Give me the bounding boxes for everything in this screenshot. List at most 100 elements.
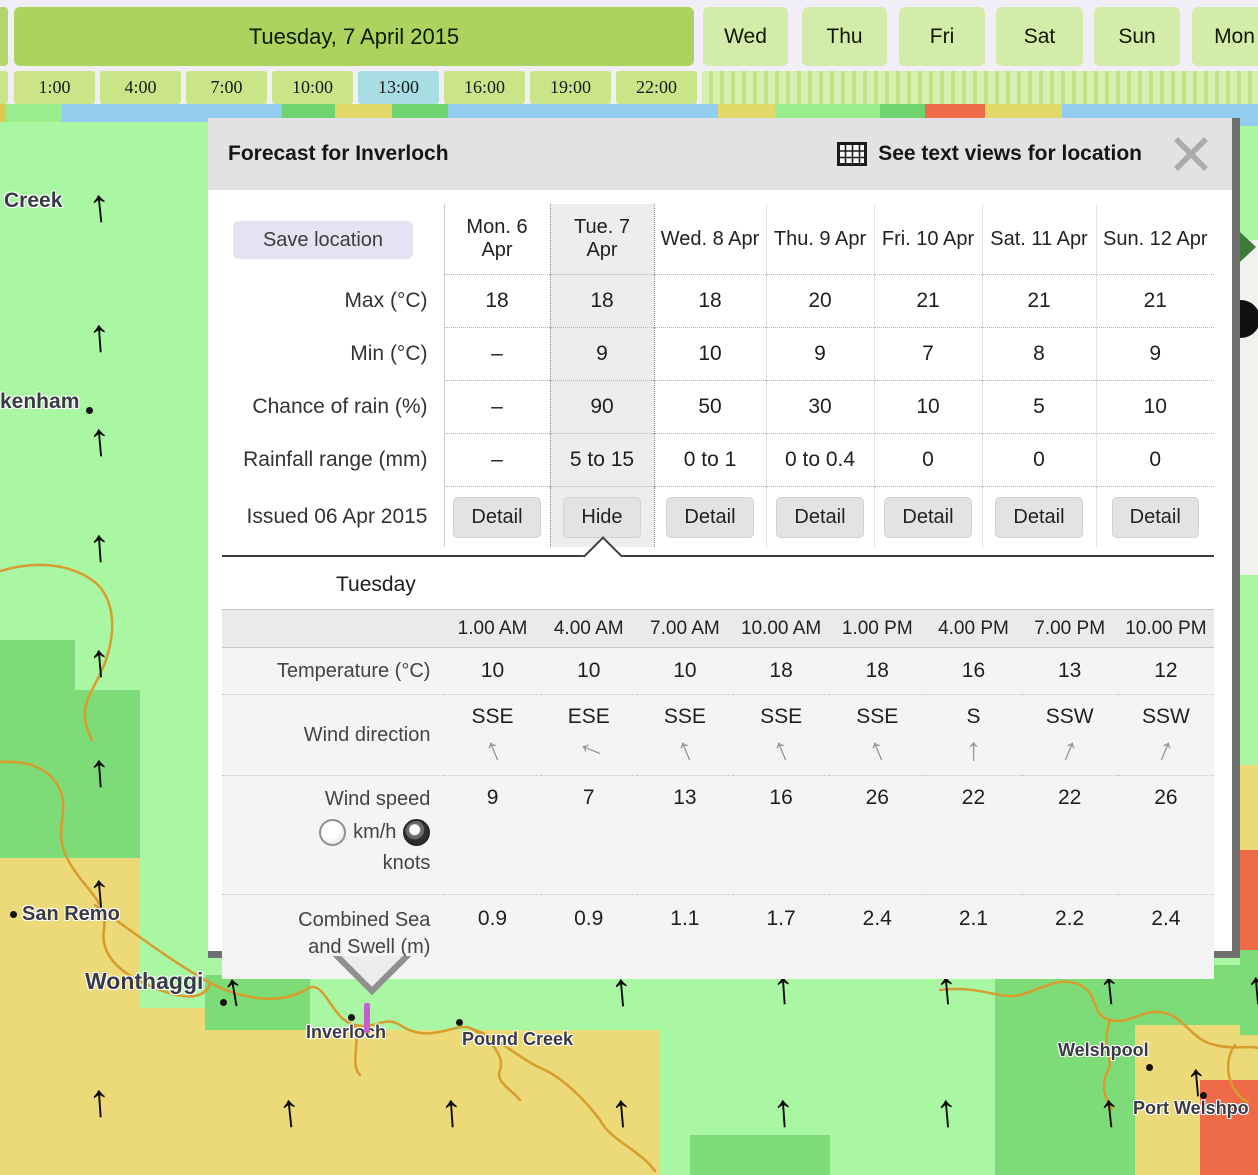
row-label-rainfall: Rainfall range (mm) xyxy=(222,434,444,487)
time-cell-previous-partial[interactable] xyxy=(0,71,8,104)
min-value: 8 xyxy=(982,328,1096,381)
wind-direction-value: SSW xyxy=(1046,705,1094,728)
map-label-welshpool: Welshpool xyxy=(1058,1040,1149,1061)
hour-header-row: 1.00 AM 4.00 AM 7.00 AM 10.00 AM 1.00 PM… xyxy=(222,610,1214,648)
temperature-value: 10 xyxy=(444,648,540,695)
knots-radio[interactable] xyxy=(403,819,430,846)
day-tab-wed[interactable]: Wed xyxy=(703,7,788,66)
rainfall-value: 0 xyxy=(982,434,1096,487)
chance-value: 50 xyxy=(654,381,766,434)
map-label-pound-creek: Pound Creek xyxy=(462,1029,573,1050)
map-label-inverloch: Inverloch xyxy=(306,1022,386,1043)
day-tab-sat[interactable]: Sat xyxy=(996,7,1083,66)
temperature-value: 10 xyxy=(637,648,733,695)
wind-speed-value: 13 xyxy=(637,776,733,895)
sea-swell-value: 2.4 xyxy=(829,895,925,980)
rainfall-value: – xyxy=(444,434,550,487)
hour-header: 7.00 PM xyxy=(1022,610,1118,648)
wind-speed-value: 7 xyxy=(541,776,637,895)
detail-button-sat[interactable]: Detail xyxy=(995,497,1082,538)
rainfall-value: 0 xyxy=(1096,434,1214,487)
time-cell-0400[interactable]: 4:00 xyxy=(100,71,181,104)
wind-direction-value: ESE xyxy=(568,705,610,728)
row-label-wind-speed: Wind speed xyxy=(222,786,430,813)
wind-arrow-icon xyxy=(86,311,112,358)
day-tab-previous-partial[interactable] xyxy=(0,7,8,66)
time-cell-1600[interactable]: 16:00 xyxy=(444,71,525,104)
time-strip-future-days[interactable] xyxy=(702,71,1258,104)
kmh-radio[interactable] xyxy=(319,819,346,846)
col-header-sun: Sun. 12 Apr xyxy=(1096,204,1214,275)
wind-direction-value: SSE xyxy=(856,705,898,728)
text-views-link[interactable]: See text views for location xyxy=(837,142,1142,166)
min-value: 7 xyxy=(874,328,982,381)
town-dot xyxy=(86,407,93,414)
knots-label: knots xyxy=(222,850,430,877)
town-dot xyxy=(348,1014,355,1021)
date-time-bar: Tuesday, 7 April 2015 Wed Thu Fri Sat Su… xyxy=(0,0,1258,104)
day-tab-fri[interactable]: Fri xyxy=(899,7,985,66)
wind-arrow-icon xyxy=(608,1086,635,1134)
time-cell-0100[interactable]: 1:00 xyxy=(14,71,95,104)
forecast-table: Save location Mon. 6 Apr Tue. 7 Apr Wed.… xyxy=(222,204,1214,547)
wind-speed-row: Wind speed km/h knots 9 7 13 16 26 22 22… xyxy=(222,776,1214,895)
day-detail-heading: Tuesday xyxy=(336,573,1232,597)
wind-direction-arrow-icon xyxy=(671,731,698,767)
town-dot xyxy=(456,1019,463,1026)
hour-header: 10.00 AM xyxy=(733,610,829,648)
min-value: 9 xyxy=(766,328,874,381)
map-label-san-remo: San Remo xyxy=(22,903,120,926)
detail-button-fri[interactable]: Detail xyxy=(884,497,971,538)
time-cell-1300-selected[interactable]: 13:00 xyxy=(358,71,439,104)
wind-arrow-icon xyxy=(86,1076,112,1123)
min-value: 9 xyxy=(550,328,654,381)
chance-value: 90 xyxy=(550,381,654,434)
day-tab-mon[interactable]: Mon xyxy=(1192,7,1258,66)
chance-value: 5 xyxy=(982,381,1096,434)
forecast-popup: Forecast for Inverloch See text views fo… xyxy=(208,118,1240,958)
max-value: 18 xyxy=(654,275,766,328)
map-label-wonthaggi: Wonthaggi xyxy=(85,968,203,995)
wind-direction-arrow-icon xyxy=(571,735,607,762)
max-value: 20 xyxy=(766,275,874,328)
detail-button-mon[interactable]: Detail xyxy=(453,497,540,538)
forecast-header-row: Save location Mon. 6 Apr Tue. 7 Apr Wed.… xyxy=(222,204,1214,275)
chance-value: – xyxy=(444,381,550,434)
town-dot xyxy=(1146,1064,1153,1071)
detail-buttons-row: Issued 06 Apr 2015 Detail Hide Detail De… xyxy=(222,487,1214,548)
detail-button-thu[interactable]: Detail xyxy=(776,497,863,538)
wind-direction-value: SSE xyxy=(760,705,802,728)
min-value: 10 xyxy=(654,328,766,381)
wind-direction-arrow-icon xyxy=(965,733,981,765)
max-value: 18 xyxy=(444,275,550,328)
detail-button-wed[interactable]: Detail xyxy=(666,497,753,538)
wind-speed-value: 22 xyxy=(925,776,1021,895)
hour-header: 1.00 AM xyxy=(444,610,540,648)
time-cell-1000[interactable]: 10:00 xyxy=(272,71,353,104)
kmh-label: km/h xyxy=(353,819,396,846)
day-tab-sun[interactable]: Sun xyxy=(1094,7,1180,66)
hide-button-tue[interactable]: Hide xyxy=(563,497,640,538)
close-icon[interactable] xyxy=(1168,131,1214,177)
time-cell-2200[interactable]: 22:00 xyxy=(616,71,697,104)
meteye-screen: Creek kenham San Remo Wonthaggi Inverloc… xyxy=(0,0,1258,1175)
map-next-arrow-icon[interactable] xyxy=(1240,232,1256,262)
detail-button-sun[interactable]: Detail xyxy=(1112,497,1199,538)
hour-header: 4.00 AM xyxy=(541,610,637,648)
time-cell-1900[interactable]: 19:00 xyxy=(530,71,611,104)
selected-day-button[interactable]: Tuesday, 7 April 2015 xyxy=(14,7,694,66)
max-value: 18 xyxy=(550,275,654,328)
max-value: 21 xyxy=(982,275,1096,328)
day-tab-thu[interactable]: Thu xyxy=(802,7,887,66)
table-grid-icon xyxy=(837,142,867,166)
chance-value: 10 xyxy=(874,381,982,434)
time-cell-0700[interactable]: 7:00 xyxy=(186,71,267,104)
save-location-button[interactable]: Save location xyxy=(233,221,413,259)
sea-swell-value: 0.9 xyxy=(444,895,540,980)
wind-arrow-icon xyxy=(276,1086,304,1134)
wind-direction-arrow-icon xyxy=(1152,731,1179,767)
issued-label: Issued 06 Apr 2015 xyxy=(222,487,444,548)
sea-swell-value: 0.9 xyxy=(541,895,637,980)
rainfall-value: 0 xyxy=(874,434,982,487)
min-value: – xyxy=(444,328,550,381)
